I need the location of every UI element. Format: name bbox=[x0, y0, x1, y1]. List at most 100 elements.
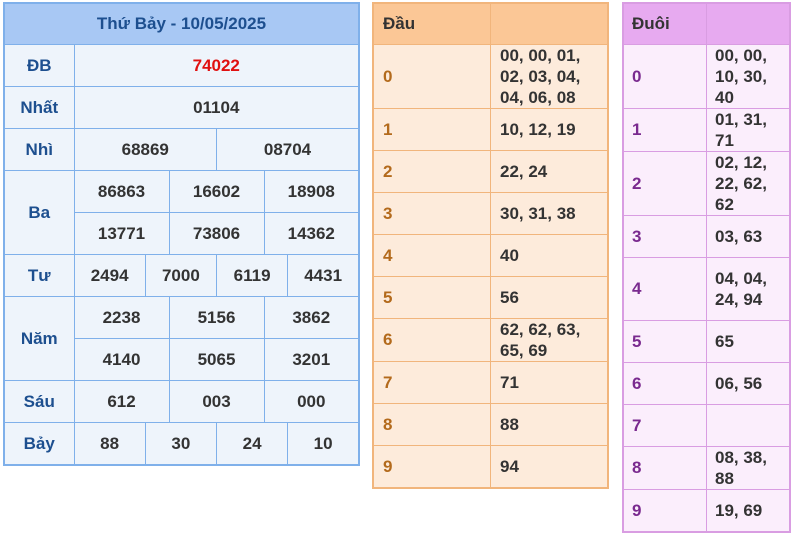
head-digit: 3 bbox=[372, 192, 491, 235]
prize-value-seventh: 24 bbox=[215, 422, 289, 466]
prize-label-seventh: Bảy bbox=[3, 422, 75, 466]
prize-value-fourth: 6119 bbox=[215, 254, 289, 297]
prize-label-first: Nhất bbox=[3, 86, 75, 129]
head-digit-values: 94 bbox=[490, 445, 609, 489]
prize-label-sixth: Sáu bbox=[3, 380, 75, 423]
tail-digit-values: 00, 00, 10, 30, 40 bbox=[706, 44, 791, 109]
head-digit-values: 30, 31, 38 bbox=[490, 192, 609, 235]
prize-value-third: 16602 bbox=[168, 170, 265, 213]
tail-digit-values: 01, 31, 71 bbox=[706, 108, 791, 152]
tail-digit-values: 02, 12, 22, 62, 62 bbox=[706, 151, 791, 216]
head-digit-table: Đầu 0 00, 00, 01, 02, 03, 04, 04, 06, 08… bbox=[372, 2, 609, 489]
tail-digit-values: 04, 04, 24, 94 bbox=[706, 257, 791, 321]
head-digit-values: 22, 24 bbox=[490, 150, 609, 193]
head-digit-row: 1 10, 12, 19 bbox=[372, 108, 609, 151]
tail-digit-values: 03, 63 bbox=[706, 215, 791, 258]
head-digit: 0 bbox=[372, 44, 491, 109]
prize-value-sixth: 000 bbox=[263, 380, 360, 423]
prize-value-fifth: 5065 bbox=[168, 338, 265, 381]
prize-value-second: 68869 bbox=[73, 128, 217, 171]
head-digit: 2 bbox=[372, 150, 491, 193]
head-digit-values: 71 bbox=[490, 361, 609, 404]
prize-value-seventh: 30 bbox=[144, 422, 218, 466]
head-digit: 9 bbox=[372, 445, 491, 489]
tail-digit: 2 bbox=[622, 151, 707, 216]
prize-row-second: Nhì 68869 08704 bbox=[3, 128, 360, 171]
prize-value-fifth: 5156 bbox=[168, 296, 265, 339]
head-digit-values: 40 bbox=[490, 234, 609, 277]
head-digit: 8 bbox=[372, 403, 491, 446]
tail-digit: 7 bbox=[622, 404, 707, 447]
head-digit: 4 bbox=[372, 234, 491, 277]
head-digit-row: 4 40 bbox=[372, 234, 609, 277]
tail-digit-header-blank bbox=[706, 2, 791, 45]
tail-digit: 9 bbox=[622, 489, 707, 533]
prize-row-first: Nhất 01104 bbox=[3, 86, 360, 129]
tail-digit: 0 bbox=[622, 44, 707, 109]
head-digit: 1 bbox=[372, 108, 491, 151]
tail-digit-row: 9 19, 69 bbox=[622, 489, 791, 533]
head-digit-values: 62, 62, 63, 65, 69 bbox=[490, 318, 609, 362]
prize-label-special: ĐB bbox=[3, 44, 75, 87]
results-title: Thứ Bảy - 10/05/2025 bbox=[3, 2, 360, 45]
prize-row-special: ĐB 74022 bbox=[3, 44, 360, 87]
head-digit-values: 00, 00, 01, 02, 03, 04, 04, 06, 08 bbox=[490, 44, 609, 109]
prize-value-third: 18908 bbox=[263, 170, 360, 213]
prize-value-seventh: 10 bbox=[287, 422, 360, 466]
head-digit-row: 8 88 bbox=[372, 403, 609, 446]
tail-digit-values: 65 bbox=[706, 320, 791, 363]
prize-value-seventh: 88 bbox=[73, 422, 146, 466]
tail-digit-row: 6 06, 56 bbox=[622, 362, 791, 405]
tail-digit: 5 bbox=[622, 320, 707, 363]
tail-digit-values bbox=[706, 404, 791, 447]
prize-label-fourth: Tư bbox=[3, 254, 75, 297]
tail-digit-row: 8 08, 38, 88 bbox=[622, 446, 791, 490]
tail-digit: 6 bbox=[622, 362, 707, 405]
head-digit-row: 5 56 bbox=[372, 276, 609, 319]
prize-value-fourth: 7000 bbox=[144, 254, 218, 297]
tail-digit: 4 bbox=[622, 257, 707, 321]
head-digit-header-blank bbox=[490, 2, 609, 45]
head-digit: 6 bbox=[372, 318, 491, 362]
prize-value-third: 73806 bbox=[168, 212, 265, 255]
tail-digit-row: 7 bbox=[622, 404, 791, 447]
head-digit-row: 7 71 bbox=[372, 361, 609, 404]
tail-digit-row: 3 03, 63 bbox=[622, 215, 791, 258]
prize-value-fifth: 2238 bbox=[73, 296, 170, 339]
tail-digit-header: Đuôi bbox=[622, 2, 707, 45]
prize-label-second: Nhì bbox=[3, 128, 75, 171]
head-digit-row: 3 30, 31, 38 bbox=[372, 192, 609, 235]
prize-value-second: 08704 bbox=[216, 128, 360, 171]
tail-digit-row: 5 65 bbox=[622, 320, 791, 363]
head-digit-values: 56 bbox=[490, 276, 609, 319]
head-digit-row: 2 22, 24 bbox=[372, 150, 609, 193]
prize-value-third: 13771 bbox=[73, 212, 170, 255]
tail-digit-row: 1 01, 31, 71 bbox=[622, 108, 791, 152]
tail-digit: 8 bbox=[622, 446, 707, 490]
tail-digit-row: 2 02, 12, 22, 62, 62 bbox=[622, 151, 791, 216]
prize-value-fourth: 4431 bbox=[287, 254, 360, 297]
head-digit-values: 10, 12, 19 bbox=[490, 108, 609, 151]
tail-digit-row: 4 04, 04, 24, 94 bbox=[622, 257, 791, 321]
tail-digit-row: 0 00, 00, 10, 30, 40 bbox=[622, 44, 791, 109]
prize-row-fourth: Tư 2494 7000 6119 4431 bbox=[3, 254, 360, 297]
prize-row-third: Ba 86863 16602 18908 bbox=[3, 170, 360, 255]
head-digit: 5 bbox=[372, 276, 491, 319]
head-digit-header: Đầu bbox=[372, 2, 491, 45]
head-digit-values: 88 bbox=[490, 403, 609, 446]
tail-digit: 1 bbox=[622, 108, 707, 152]
prize-label-third: Ba bbox=[3, 170, 75, 255]
tail-digit-values: 19, 69 bbox=[706, 489, 791, 533]
prize-value-special: 74022 bbox=[73, 44, 360, 87]
prize-value-sixth: 612 bbox=[73, 380, 170, 423]
prize-row-seventh: Bảy 88 30 24 10 bbox=[3, 422, 360, 466]
prize-value-third: 14362 bbox=[263, 212, 360, 255]
prize-row-sixth: Sáu 612 003 000 bbox=[3, 380, 360, 423]
prize-value-third: 86863 bbox=[73, 170, 170, 213]
head-digit-row: 0 00, 00, 01, 02, 03, 04, 04, 06, 08 bbox=[372, 44, 609, 109]
prize-label-fifth: Năm bbox=[3, 296, 75, 381]
head-digit-row: 6 62, 62, 63, 65, 69 bbox=[372, 318, 609, 362]
tail-digit-values: 08, 38, 88 bbox=[706, 446, 791, 490]
prize-row-fifth: Năm 2238 5156 3862 bbox=[3, 296, 360, 381]
tail-digit-values: 06, 56 bbox=[706, 362, 791, 405]
